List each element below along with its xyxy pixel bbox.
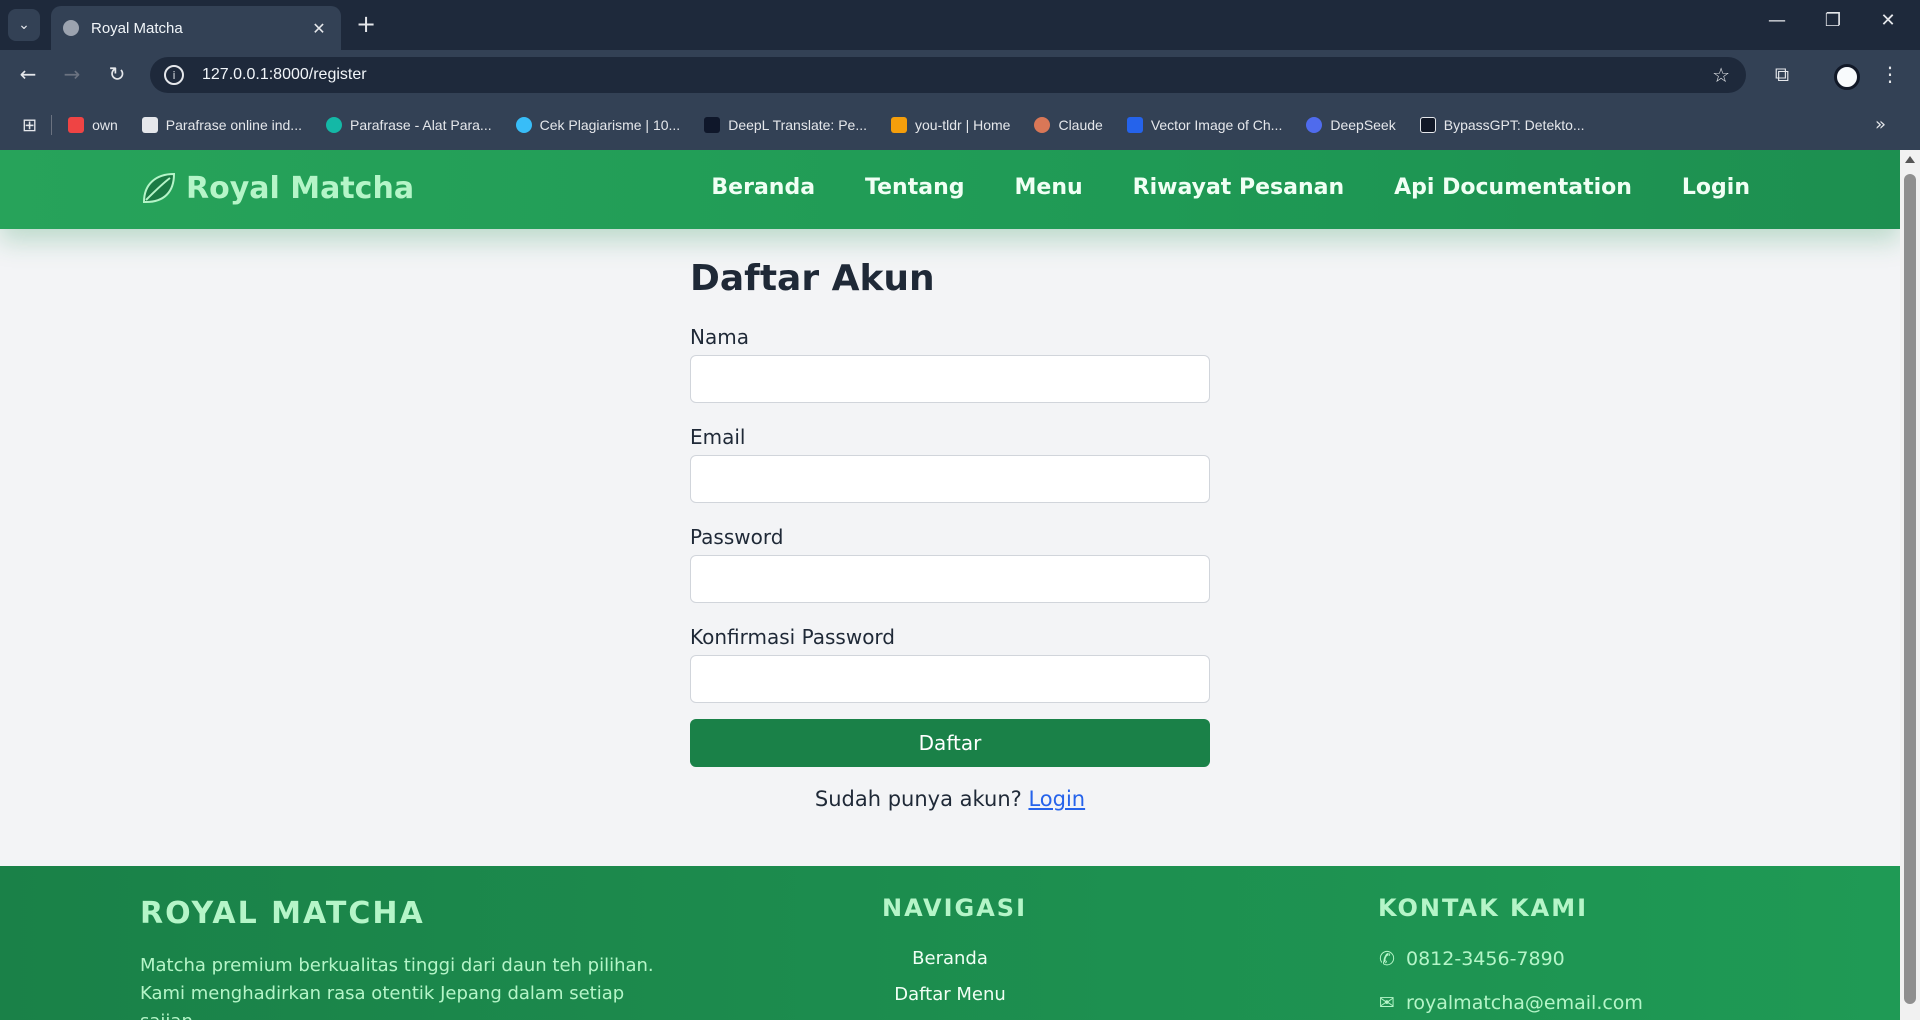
confirm-password-input[interactable] [690, 655, 1210, 703]
envelope-icon: ✉ [1379, 992, 1395, 1014]
bookmark-label: DeepSeek [1330, 117, 1396, 133]
reload-button[interactable]: ↻ [103, 62, 131, 86]
globe-icon [63, 20, 79, 36]
profile-avatar[interactable] [1834, 64, 1860, 90]
bookmark-item[interactable]: own [68, 117, 118, 133]
bookmark-item[interactable]: Vector Image of Ch... [1126, 117, 1283, 133]
footer-nav-beranda[interactable]: Beranda [800, 948, 1100, 969]
nav-login[interactable]: Login [1682, 175, 1750, 200]
youtube-icon [68, 117, 85, 133]
bookmark-item[interactable]: Parafrase - Alat Para... [325, 117, 492, 133]
extensions-icon[interactable]: ⧉ [1768, 62, 1796, 86]
back-button[interactable]: ← [14, 62, 42, 86]
pencil-icon [891, 117, 907, 133]
scroll-thumb[interactable] [1904, 174, 1916, 1004]
name-input[interactable] [690, 355, 1210, 403]
name-label: Nama [690, 325, 749, 349]
phone-icon: ✆ [1379, 948, 1395, 970]
main-nav: Beranda Tentang Menu Riwayat Pesanan Api… [661, 175, 1750, 200]
login-prompt: Sudah punya akun? Login [690, 787, 1210, 811]
footer-contact-title: KONTAK KAMI [1378, 894, 1589, 922]
nav-api-documentation[interactable]: Api Documentation [1394, 175, 1632, 200]
forward-button[interactable]: → [58, 62, 86, 86]
bookmark-label: own [92, 117, 118, 133]
bookmark-label: you-tldr | Home [915, 117, 1011, 133]
email-label: Email [690, 425, 746, 449]
site-footer: ROYAL MATCHA Matcha premium berkualitas … [0, 866, 1900, 1020]
tab-title: Royal Matcha [91, 19, 183, 37]
site-info-icon[interactable]: i [164, 65, 184, 85]
apps-grid-icon[interactable]: ⊞ [22, 115, 37, 136]
browser-tab[interactable]: Royal Matcha ✕ [51, 6, 341, 50]
browser-toolbar: ← → ↻ i 127.0.0.1:8000/register ☆ ⧉ ⋮ [0, 50, 1920, 100]
nav-menu[interactable]: Menu [1015, 175, 1083, 200]
nav-riwayat-pesanan[interactable]: Riwayat Pesanan [1133, 175, 1345, 200]
bookmark-item[interactable]: Cek Plagiarisme | 10... [515, 117, 681, 133]
bookmark-item[interactable]: BypassGPT: Detekto... [1419, 117, 1585, 133]
bookmark-item[interactable]: Parafrase online ind... [141, 117, 302, 133]
footer-nav-daftar-menu[interactable]: Daftar Menu [800, 984, 1100, 1005]
bookmark-star-icon[interactable]: ☆ [1712, 63, 1730, 87]
brand-name: Royal Matcha [186, 170, 415, 206]
bookmarks-divider [51, 115, 53, 135]
email-address: royalmatcha@email.com [1406, 992, 1643, 1014]
footer-brand: ROYAL MATCHA [140, 896, 425, 931]
minimize-button[interactable]: — [1762, 10, 1792, 31]
login-link[interactable]: Login [1028, 787, 1085, 811]
new-tab-button[interactable]: + [352, 10, 380, 38]
bookmark-item[interactable]: Claude [1034, 117, 1103, 133]
login-prompt-text: Sudah punya akun? [814, 787, 1022, 811]
page-icon [141, 117, 158, 133]
bookmark-item[interactable]: DeepSeek [1306, 117, 1396, 133]
bookmark-label: Claude [1058, 117, 1103, 133]
site-navbar: Royal Matcha Beranda Tentang Menu Riwaya… [0, 150, 1900, 229]
register-button[interactable]: Daftar [690, 719, 1210, 767]
nav-tentang[interactable]: Tentang [865, 175, 964, 200]
address-bar[interactable]: i 127.0.0.1:8000/register ☆ [150, 57, 1746, 93]
bookmark-label: DeepL Translate: Pe... [728, 117, 867, 133]
page-scrollbar[interactable] [1900, 150, 1920, 1020]
close-tab-icon[interactable]: ✕ [309, 19, 329, 38]
freepik-icon [1126, 117, 1143, 133]
register-form: Daftar Akun Nama Email Password Konfirma… [690, 258, 1210, 811]
browser-menu-icon[interactable]: ⋮ [1876, 62, 1904, 86]
footer-nav-title: NAVIGASI [882, 894, 1028, 922]
confirm-password-label: Konfirmasi Password [690, 625, 895, 649]
footer-phone: ✆ 0812-3456-7890 [1378, 948, 1565, 970]
deepl-icon [704, 117, 721, 133]
bookmark-label: Parafrase online ind... [165, 117, 302, 133]
url-text[interactable]: 127.0.0.1:8000/register [202, 66, 1712, 84]
page-viewport: Royal Matcha Beranda Tentang Menu Riwaya… [0, 150, 1900, 1020]
restore-button[interactable]: ❐ [1818, 10, 1848, 31]
leaf-icon [142, 172, 176, 203]
bookmark-label: BypassGPT: Detekto... [1443, 117, 1585, 133]
footer-email: ✉ royalmatcha@email.com [1378, 992, 1643, 1014]
claude-icon [1034, 117, 1051, 133]
password-label: Password [690, 525, 784, 549]
tab-search-button[interactable]: ⌄ [8, 9, 40, 41]
bookmark-label: Parafrase - Alat Para... [349, 117, 492, 133]
password-input[interactable] [690, 555, 1210, 603]
bookmarks-bar: ⊞ own Parafrase online ind... Parafrase … [0, 100, 1920, 150]
footer-description: Matcha premium berkualitas tinggi dari d… [140, 955, 654, 1020]
bookmark-label: Cek Plagiarisme | 10... [539, 117, 681, 133]
more-bookmarks-icon[interactable]: » [1875, 114, 1886, 135]
bypassgpt-icon [1419, 117, 1436, 133]
page-title: Daftar Akun [690, 258, 935, 299]
bookmark-item[interactable]: you-tldr | Home [891, 117, 1010, 133]
plagiarism-icon [515, 117, 532, 133]
bookmark-item[interactable]: DeepL Translate: Pe... [704, 117, 867, 133]
bookmark-label: Vector Image of Ch... [1150, 117, 1283, 133]
brand-logo-link[interactable]: Royal Matcha [138, 168, 414, 208]
parafrase-icon [325, 117, 342, 133]
close-window-button[interactable]: ✕ [1873, 10, 1903, 31]
scroll-up-arrow-icon[interactable] [1905, 156, 1915, 163]
nav-beranda[interactable]: Beranda [711, 175, 815, 200]
email-input[interactable] [690, 455, 1210, 503]
deepseek-icon [1306, 117, 1323, 133]
phone-number: 0812-3456-7890 [1406, 948, 1565, 970]
browser-tab-strip: ⌄ Royal Matcha ✕ + — ❐ ✕ [0, 0, 1920, 50]
